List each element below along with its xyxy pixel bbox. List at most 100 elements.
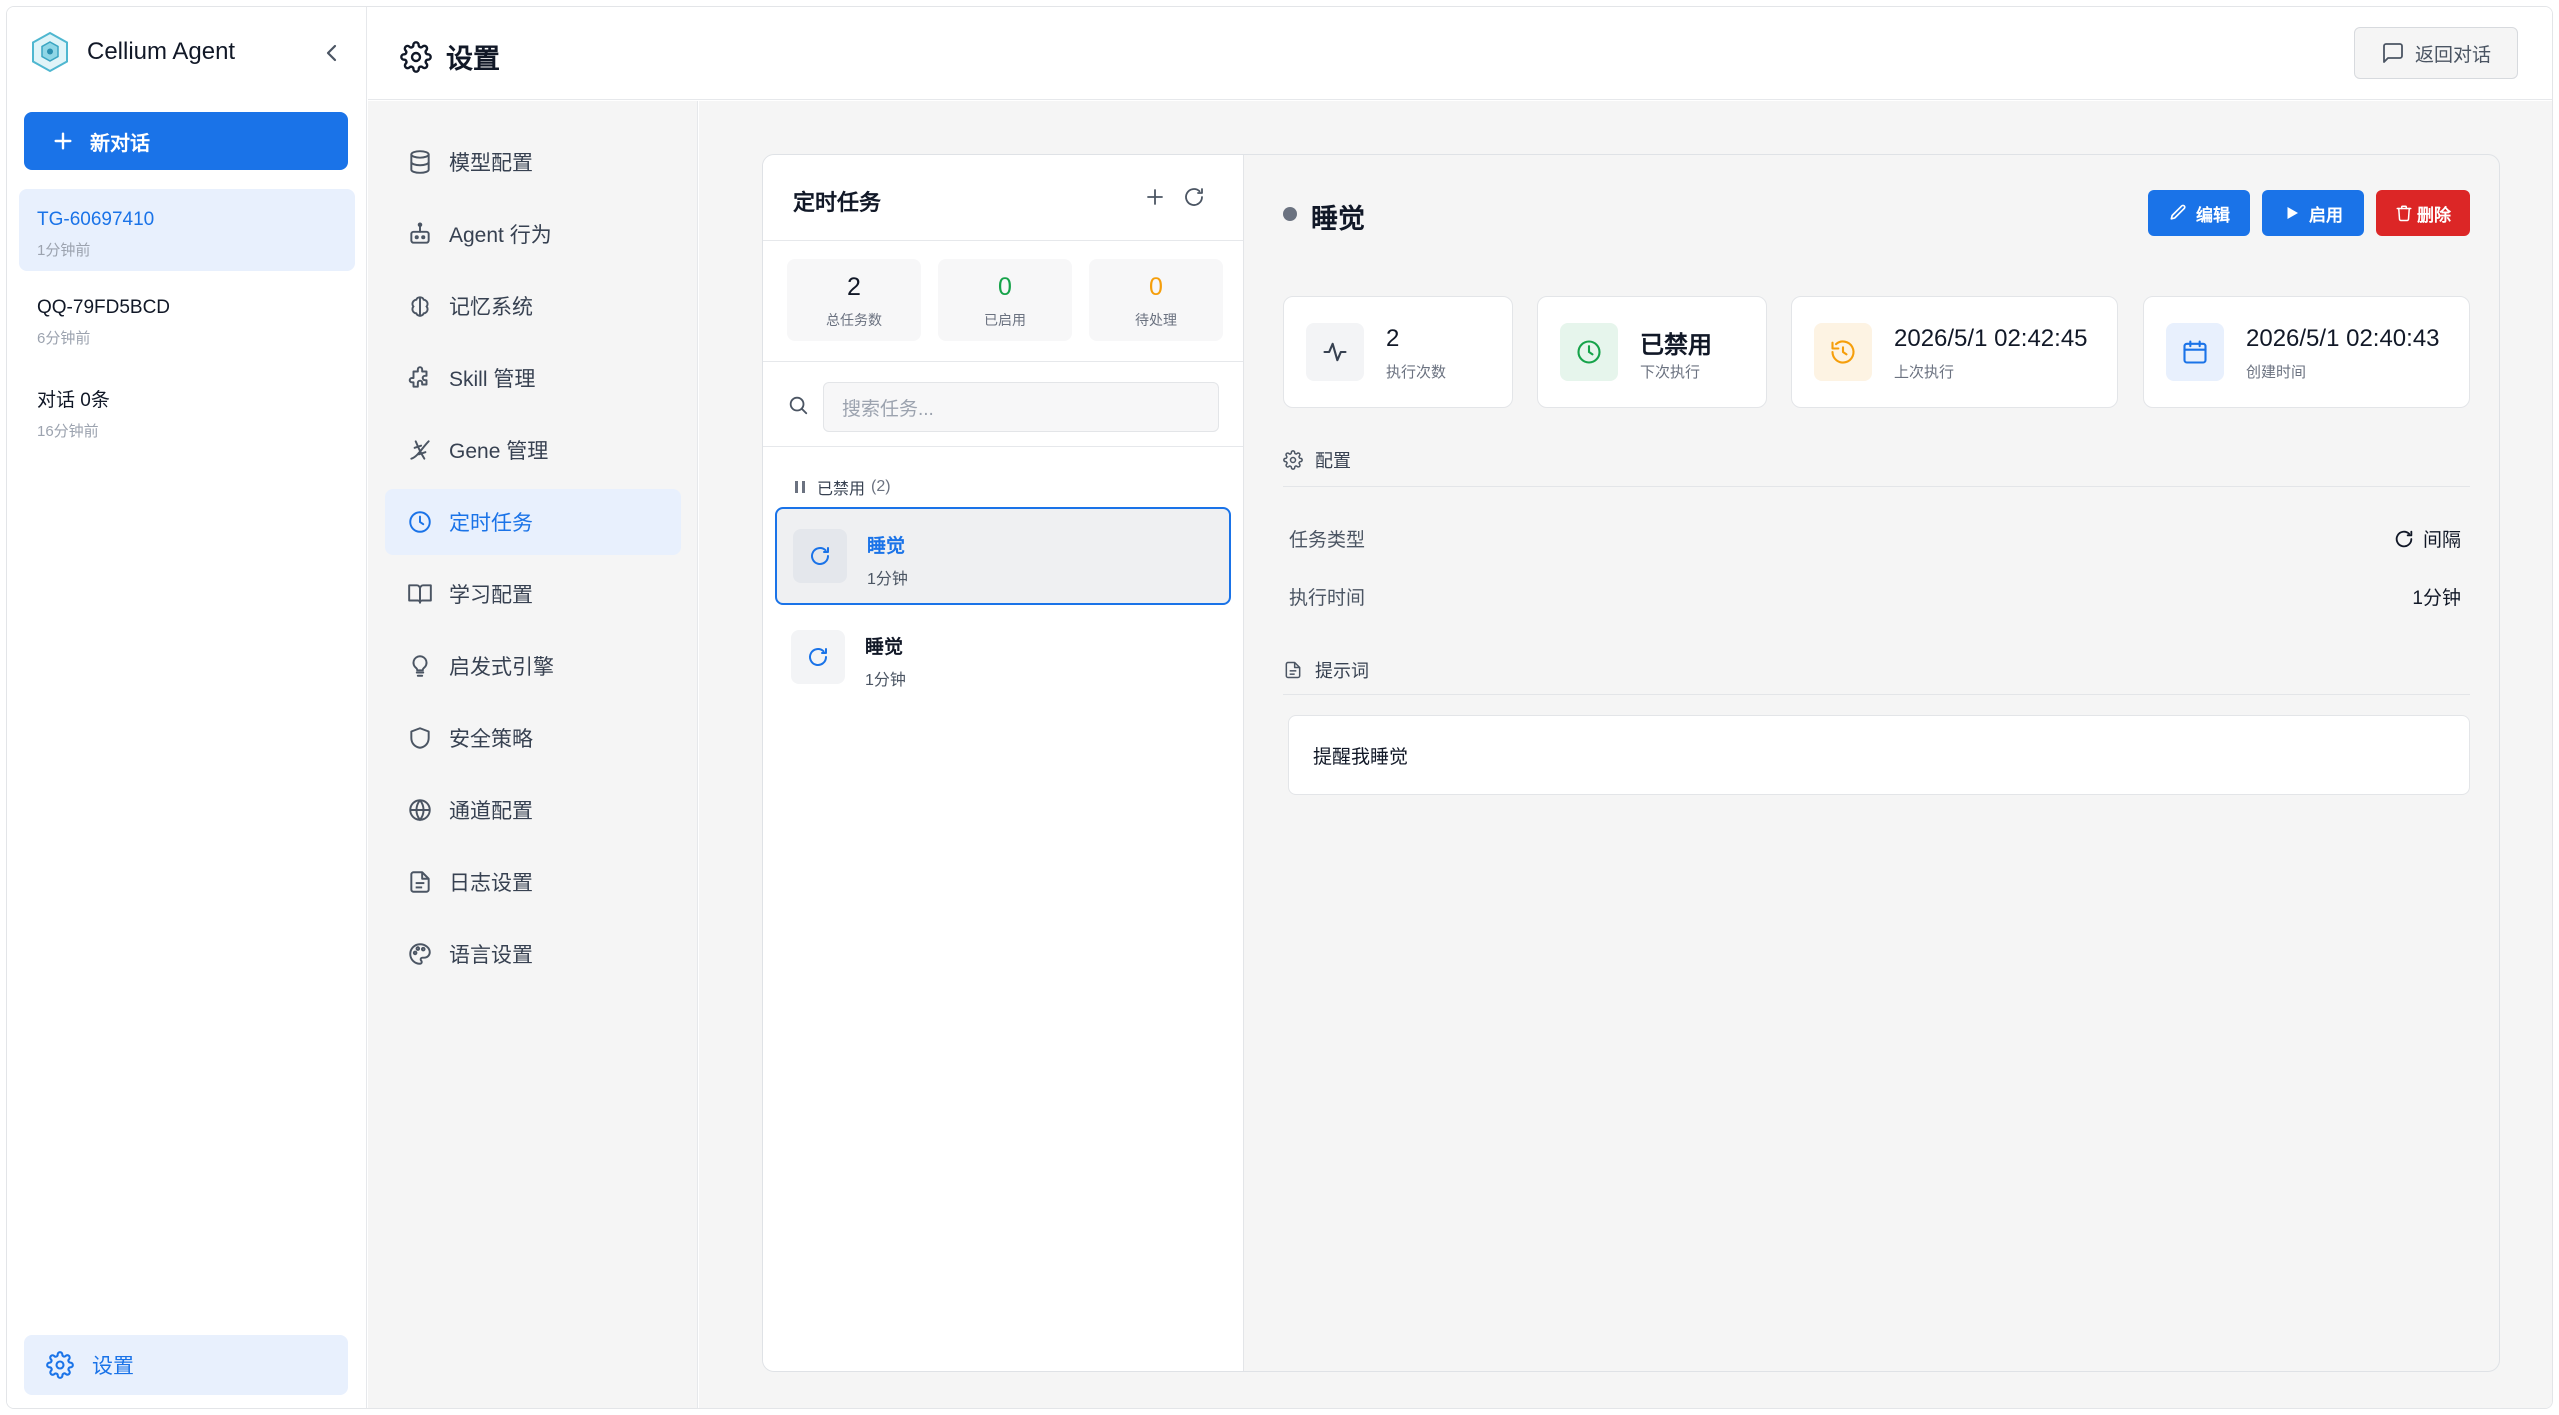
back-to-chat-label: 返回对话	[2414, 44, 2491, 66]
task-list-item[interactable]: 睡觉 1分钟	[775, 507, 1231, 605]
settings-label: 设置	[92, 1355, 134, 1378]
refresh-icon	[811, 547, 829, 565]
info-icon-badge	[1560, 323, 1618, 381]
task-list-title: 定时任务	[793, 190, 882, 215]
nav-item-label: 模型配置	[449, 152, 533, 175]
nav-item-heuristic-engine[interactable]: 启发式引擎	[385, 633, 681, 699]
stat-pending: 0 待处理	[1089, 259, 1223, 341]
divider	[1283, 486, 2470, 487]
nav-item-memory-system[interactable]: 记忆系统	[385, 273, 681, 339]
enable-button[interactable]: 启用	[2262, 190, 2364, 236]
database-icon	[410, 150, 430, 174]
task-detail-title: 睡觉	[1311, 204, 1365, 234]
clock-icon	[409, 511, 431, 533]
back-to-chat-button[interactable]: 返回对话	[2354, 27, 2518, 79]
activity-icon	[1323, 342, 1347, 362]
exec-time-value: 1分钟	[2412, 588, 2461, 609]
app-window: Cellium Agent 新对话 TG-60697410 1分钟前 QQ-79…	[6, 6, 2553, 1409]
nav-item-skill-management[interactable]: Skill 管理	[385, 345, 681, 411]
nav-item-scheduled-tasks[interactable]: 定时任务	[385, 489, 681, 555]
nav-item-label: 通道配置	[449, 800, 533, 823]
task-name: 睡觉	[867, 536, 906, 557]
nav-item-label: 日志设置	[449, 872, 533, 895]
prompt-section-title: 提示词	[1283, 657, 1369, 683]
nav-item-gene-management[interactable]: Gene 管理	[385, 417, 681, 483]
file-text-icon	[410, 871, 430, 893]
stat-label: 待处理	[1135, 312, 1177, 328]
settings-header: 设置 返回对话	[368, 7, 2552, 100]
conversation-item[interactable]: 对话 0条 16分钟前	[19, 365, 355, 447]
prompt-text: 提醒我睡觉	[1288, 715, 2470, 795]
plus-icon[interactable]	[1143, 185, 1167, 209]
settings-nav: 模型配置 Agent 行为 记忆系统 Skill 管理 Gene 管理 定时任务…	[368, 101, 698, 1408]
nav-item-agent-behavior[interactable]: Agent 行为	[385, 201, 681, 267]
nav-item-security-policy[interactable]: 安全策略	[385, 705, 681, 771]
settings-button[interactable]: 设置	[24, 1335, 348, 1395]
nav-item-label: Gene 管理	[449, 440, 549, 463]
task-search-row: 搜索任务...	[763, 361, 1243, 447]
info-icon-badge	[1306, 323, 1364, 381]
config-section-title: 配置	[1283, 447, 1351, 473]
play-icon	[2287, 207, 2298, 219]
nav-item-learning-config[interactable]: 学习配置	[385, 561, 681, 627]
stat-enabled: 0 已启用	[938, 259, 1072, 341]
nav-item-label: Skill 管理	[449, 368, 536, 391]
message-square-icon	[2383, 43, 2403, 63]
info-card-run-count: 2 执行次数	[1283, 296, 1513, 408]
stat-total: 2 总任务数	[787, 259, 921, 341]
conversation-time: 1分钟前	[37, 242, 91, 259]
collapse-sidebar-button[interactable]	[320, 41, 344, 65]
gear-icon	[400, 40, 432, 73]
app-name: Cellium Agent	[87, 38, 236, 65]
dna-icon	[410, 440, 430, 460]
info-card-last-run: 2026/5/1 02:42:45 上次执行	[1791, 296, 2118, 408]
conversation-time: 6分钟前	[37, 330, 91, 347]
conversation-time: 16分钟前	[37, 423, 99, 440]
book-icon	[408, 584, 432, 604]
nav-item-label: 安全策略	[449, 728, 533, 751]
group-disabled-header[interactable]: 已禁用 (2)	[793, 475, 891, 499]
page-title-text: 设置	[446, 44, 500, 74]
nav-item-label: 学习配置	[449, 584, 533, 607]
group-count: (2)	[871, 478, 891, 495]
trash-icon	[2396, 205, 2412, 222]
conversation-item[interactable]: TG-60697410 1分钟前	[19, 189, 355, 271]
stat-label: 总任务数	[826, 312, 882, 328]
page-title: 设置	[400, 37, 500, 76]
nav-item-label: Agent 行为	[449, 224, 552, 247]
nav-item-channel-config[interactable]: 通道配置	[385, 777, 681, 843]
info-label: 上次执行	[1894, 364, 1955, 381]
stat-value: 0	[998, 273, 1012, 301]
new-chat-button[interactable]: 新对话	[24, 112, 348, 170]
palette-icon	[409, 943, 431, 965]
stat-value: 2	[847, 273, 861, 301]
info-value: 2026/5/1 02:40:43	[2246, 325, 2440, 352]
nav-item-label: 启发式引擎	[449, 656, 554, 679]
nav-item-model-config[interactable]: 模型配置	[385, 129, 681, 195]
chevron-left-icon	[326, 44, 337, 62]
settings-content: 定时任务 2 总任务数 0 已启用 0 待处理 搜索任务... 已禁用 (2) …	[699, 101, 2552, 1408]
conversation-title: QQ-79FD5BCD	[37, 297, 171, 318]
edit-button[interactable]: 编辑	[2148, 190, 2250, 236]
nav-item-log-settings[interactable]: 日志设置	[385, 849, 681, 915]
refresh-icon[interactable]	[1182, 185, 1206, 209]
config-section-label: 配置	[1315, 451, 1351, 471]
exec-time-label: 执行时间	[1289, 588, 1366, 609]
nav-item-language-settings[interactable]: 语言设置	[385, 921, 681, 987]
edit-label: 编辑	[2196, 205, 2230, 225]
info-card-created: 2026/5/1 02:40:43 创建时间	[2143, 296, 2470, 408]
delete-button[interactable]: 删除	[2376, 190, 2470, 236]
info-icon-badge	[2166, 323, 2224, 381]
globe-icon	[409, 799, 431, 822]
task-list-header: 定时任务	[763, 155, 1243, 241]
history-icon	[1831, 340, 1855, 364]
status-dot	[1283, 207, 1297, 221]
info-icon-badge	[1814, 323, 1872, 381]
pause-icon	[795, 481, 805, 493]
conversation-item[interactable]: QQ-79FD5BCD 6分钟前	[19, 277, 355, 359]
task-search-input[interactable]: 搜索任务...	[823, 382, 1219, 432]
conversation-sidebar: Cellium Agent 新对话 TG-60697410 1分钟前 QQ-79…	[7, 7, 367, 1408]
task-list-item[interactable]: 睡觉 1分钟	[775, 610, 1231, 708]
search-icon	[789, 396, 808, 415]
task-type-text: 间隔	[2422, 530, 2461, 551]
